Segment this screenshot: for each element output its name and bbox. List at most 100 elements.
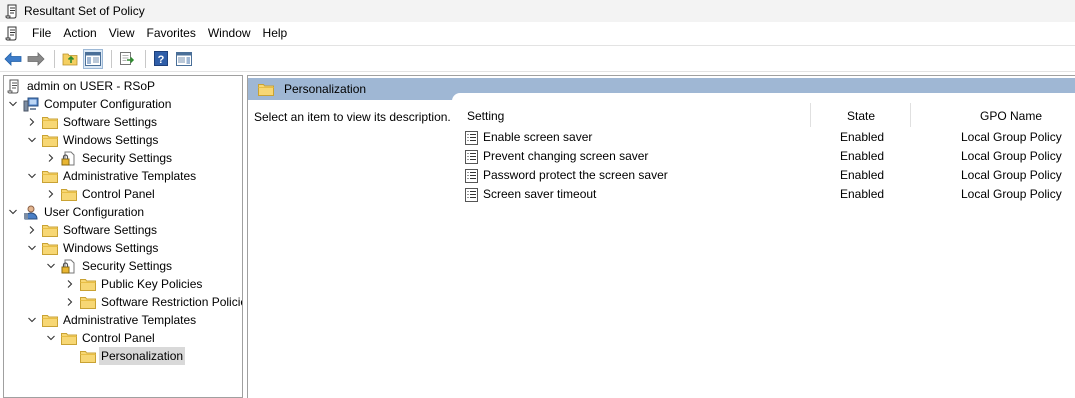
setting-name: Password protect the screen saver: [483, 168, 668, 182]
title-bar: Resultant Set of Policy: [0, 0, 1075, 22]
export-list-button[interactable]: [117, 49, 137, 69]
setting-name: Screen saver timeout: [483, 187, 597, 201]
tree-item-computer-configuration[interactable]: Computer Configuration: [6, 95, 173, 113]
column-header-state[interactable]: State: [847, 103, 875, 129]
tree-item-label: Software Settings: [63, 115, 158, 129]
folder-icon: [42, 114, 58, 130]
window-title: Resultant Set of Policy: [24, 4, 145, 18]
tree-item-cc-administrative-templates[interactable]: Administrative Templates: [25, 167, 198, 185]
folder-icon: [42, 132, 58, 148]
tree-item-label: Security Settings: [82, 151, 173, 165]
tree-item-cc-software-settings[interactable]: Software Settings: [25, 113, 159, 131]
tree-item-uc-software-settings[interactable]: Software Settings: [25, 221, 159, 239]
up-one-level-button[interactable]: [60, 49, 80, 69]
export-list-icon: [120, 52, 135, 65]
policy-setting-icon: [464, 168, 478, 183]
show-hide-action-pane-button[interactable]: [174, 49, 194, 69]
tree-item-uc-software-restriction-policies[interactable]: Software Restriction Policie: [63, 293, 242, 311]
chevron-right-icon[interactable]: [25, 113, 39, 131]
chevron-down-icon[interactable]: [6, 95, 20, 113]
menu-favorites[interactable]: Favorites: [141, 22, 202, 44]
column-separator[interactable]: [910, 103, 911, 127]
setting-gpo-name: Local Group Policy: [961, 149, 1062, 163]
tree-item-uc-windows-settings[interactable]: Windows Settings: [25, 239, 160, 257]
show-hide-console-tree-button[interactable]: [83, 48, 103, 69]
chevron-down-icon[interactable]: [25, 239, 39, 257]
table-row[interactable]: Password protect the screen saver Enable…: [452, 166, 1075, 185]
folder-icon: [80, 348, 96, 364]
tree-item-uc-public-key-policies[interactable]: Public Key Policies: [63, 275, 204, 293]
tree-item-label: User Configuration: [44, 205, 145, 219]
tree-item-uc-personalization[interactable]: Personalization: [80, 347, 186, 365]
help-icon: ?: [154, 51, 168, 66]
console-tree[interactable]: admin on USER - RSoP Computer Configurat…: [3, 75, 243, 398]
tree-item-cc-security-settings[interactable]: Security Settings: [44, 149, 174, 167]
setting-gpo-name: Local Group Policy: [961, 168, 1062, 182]
table-row[interactable]: Enable screen saver Enabled Local Group …: [452, 128, 1075, 147]
folder-icon: [42, 222, 58, 238]
setting-gpo-name: Local Group Policy: [961, 187, 1062, 201]
tree-item-cc-control-panel[interactable]: Control Panel: [44, 185, 157, 203]
settings-list[interactable]: Setting State GPO Name Enable screen sav…: [452, 93, 1075, 398]
description-area: Select an item to view its description.: [248, 100, 452, 398]
tree-item-label: Security Settings: [82, 259, 173, 273]
column-header-gpo-name[interactable]: GPO Name: [980, 103, 1042, 129]
chevron-right-icon[interactable]: [44, 185, 58, 203]
table-row[interactable]: Prevent changing screen saver Enabled Lo…: [452, 147, 1075, 166]
tree-item-user-configuration[interactable]: User Configuration: [6, 203, 146, 221]
folder-icon: [61, 186, 77, 202]
toolbar-separator: [111, 49, 112, 68]
menu-help[interactable]: Help: [257, 22, 294, 44]
tree-item-uc-administrative-templates[interactable]: Administrative Templates: [25, 311, 198, 329]
table-row[interactable]: Screen saver timeout Enabled Local Group…: [452, 185, 1075, 204]
tree-item-uc-control-panel[interactable]: Control Panel: [44, 329, 157, 347]
toolbar-separator: [145, 49, 146, 68]
chevron-down-icon[interactable]: [44, 329, 58, 347]
menu-view[interactable]: View: [103, 22, 141, 44]
column-header-setting[interactable]: Setting: [467, 103, 504, 129]
details-header-title: Personalization: [284, 82, 367, 96]
help-button[interactable]: ?: [151, 49, 171, 69]
security-settings-icon: [61, 150, 77, 166]
column-separator[interactable]: [810, 103, 811, 127]
security-settings-icon: [61, 258, 77, 274]
menu-action[interactable]: Action: [57, 22, 102, 44]
rsop-scroll-icon[interactable]: [4, 25, 20, 41]
chevron-down-icon[interactable]: [44, 257, 58, 275]
chevron-down-icon[interactable]: [25, 131, 39, 149]
chevron-right-icon[interactable]: [63, 293, 77, 311]
menu-window[interactable]: Window: [202, 22, 257, 44]
tree-item-label: Administrative Templates: [63, 169, 197, 183]
setting-name: Prevent changing screen saver: [483, 149, 649, 163]
setting-state: Enabled: [840, 149, 885, 163]
tree-item-uc-security-settings[interactable]: Security Settings: [44, 257, 174, 275]
folder-icon: [42, 168, 58, 184]
forward-arrow-icon: [27, 51, 45, 66]
folder-icon: [80, 294, 96, 310]
tree-item-root[interactable]: admin on USER - RSoP: [6, 77, 157, 95]
setting-state: Enabled: [840, 130, 885, 144]
show-hide-tree-icon: [85, 51, 101, 66]
setting-state: Enabled: [840, 187, 885, 201]
toolbar: ?: [0, 45, 1075, 72]
computer-icon: [23, 96, 39, 112]
user-icon: [23, 204, 39, 220]
chevron-right-icon[interactable]: [44, 149, 58, 167]
menu-file[interactable]: File: [26, 22, 57, 44]
forward-button[interactable]: [26, 49, 46, 69]
rsop-scroll-icon: [4, 3, 20, 19]
toolbar-separator: [54, 49, 55, 68]
chevron-right-icon[interactable]: [25, 221, 39, 239]
setting-name: Enable screen saver: [483, 130, 593, 144]
chevron-right-icon[interactable]: [63, 275, 77, 293]
folder-icon: [42, 240, 58, 256]
tree-item-cc-windows-settings[interactable]: Windows Settings: [25, 131, 160, 149]
setting-state: Enabled: [840, 168, 885, 182]
back-button[interactable]: [3, 49, 23, 69]
folder-icon: [258, 81, 274, 97]
chevron-down-icon[interactable]: [25, 167, 39, 185]
tree-item-label: Administrative Templates: [63, 313, 197, 327]
chevron-down-icon[interactable]: [6, 203, 20, 221]
chevron-down-icon[interactable]: [25, 311, 39, 329]
policy-setting-icon: [464, 149, 478, 164]
